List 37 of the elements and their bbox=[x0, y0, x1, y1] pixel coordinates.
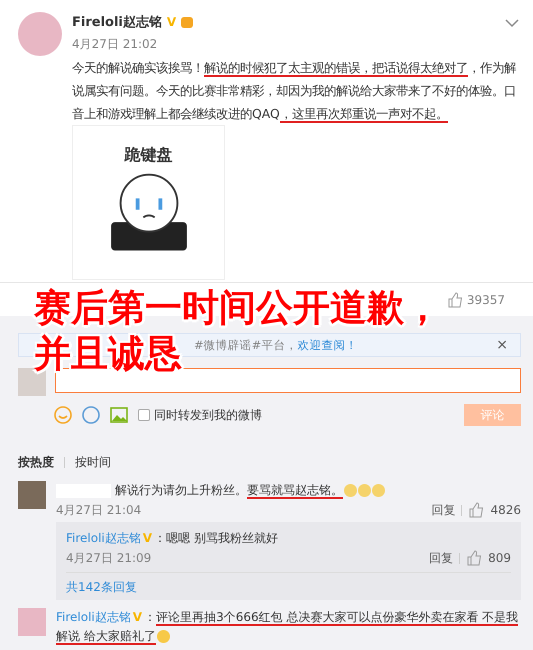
like-count: 39357 bbox=[466, 292, 505, 306]
emoji-icon bbox=[372, 484, 385, 498]
reply-link[interactable]: 回复 bbox=[431, 502, 456, 518]
emoji-icon bbox=[344, 484, 357, 498]
crown-icon bbox=[181, 16, 194, 28]
like-count: 4826 bbox=[490, 502, 521, 518]
comment-time: 4月27日 21:04 bbox=[56, 502, 142, 518]
post-text: 今天的解说确实该挨骂！解说的时候犯了太主观的错误，把话说得太绝对了，作为解说属实有问题。今天的比赛非常精彩，却因为我的解说给大家带来了不好的体验。口音上和游戏理解上都会继续改进的QAQ，这里再次郑重说一声对不起。 bbox=[72, 59, 517, 125]
reply-text: Fireloli赵志铭 V ：嗯嗯 别骂我粉丝就好 bbox=[66, 530, 279, 547]
author-name[interactable]: Fireloli赵志铭 bbox=[72, 13, 162, 31]
repost-checkbox[interactable] bbox=[138, 409, 150, 421]
like-count: 809 bbox=[488, 550, 511, 566]
circle-icon[interactable] bbox=[82, 406, 100, 424]
sort-tab[interactable]: 按热度 bbox=[18, 454, 54, 470]
notice-text: #微博辟谣#平台，欢迎查阅！ bbox=[194, 338, 358, 352]
chevron-down-icon[interactable] bbox=[505, 18, 519, 28]
image-icon[interactable] bbox=[110, 407, 128, 423]
overlay-caption: 并且诚恳 bbox=[34, 331, 182, 377]
verified-label: V bbox=[166, 15, 176, 29]
post-time: 4月27日 21:02 bbox=[72, 36, 158, 52]
sort-tab[interactable]: 按时间 bbox=[75, 454, 111, 470]
emoji-icon bbox=[156, 630, 170, 644]
reply-time: 4月27日 21:09 bbox=[66, 550, 152, 566]
overlay-caption: 赛后第一时间公开道歉， bbox=[34, 285, 441, 331]
thumbs-up-icon[interactable] bbox=[446, 292, 463, 308]
repost-label: 同时转发到我的微博 bbox=[154, 406, 262, 424]
emoji-icon bbox=[358, 484, 371, 498]
reply-link[interactable]: 回复 bbox=[429, 550, 454, 566]
avatar[interactable] bbox=[18, 12, 62, 56]
thumbs-up-icon[interactable] bbox=[468, 502, 484, 518]
close-icon[interactable]: × bbox=[496, 337, 508, 353]
smiley-icon[interactable] bbox=[54, 406, 72, 424]
comment-text: Fireloli赵志铭 V ：评论里再抽3个666红包 总决赛大家可以点份豪华外卖在家看 不是我解说 给大家赔礼了 bbox=[56, 609, 520, 646]
sticker-image[interactable]: 跪键盘 bbox=[72, 125, 225, 280]
thumbs-up-icon[interactable] bbox=[466, 550, 482, 566]
comment-text: 解说行为请勿上升粉丝。要骂就骂赵志铭。 bbox=[56, 481, 521, 500]
sticker-caption: 跪键盘 bbox=[124, 145, 172, 166]
